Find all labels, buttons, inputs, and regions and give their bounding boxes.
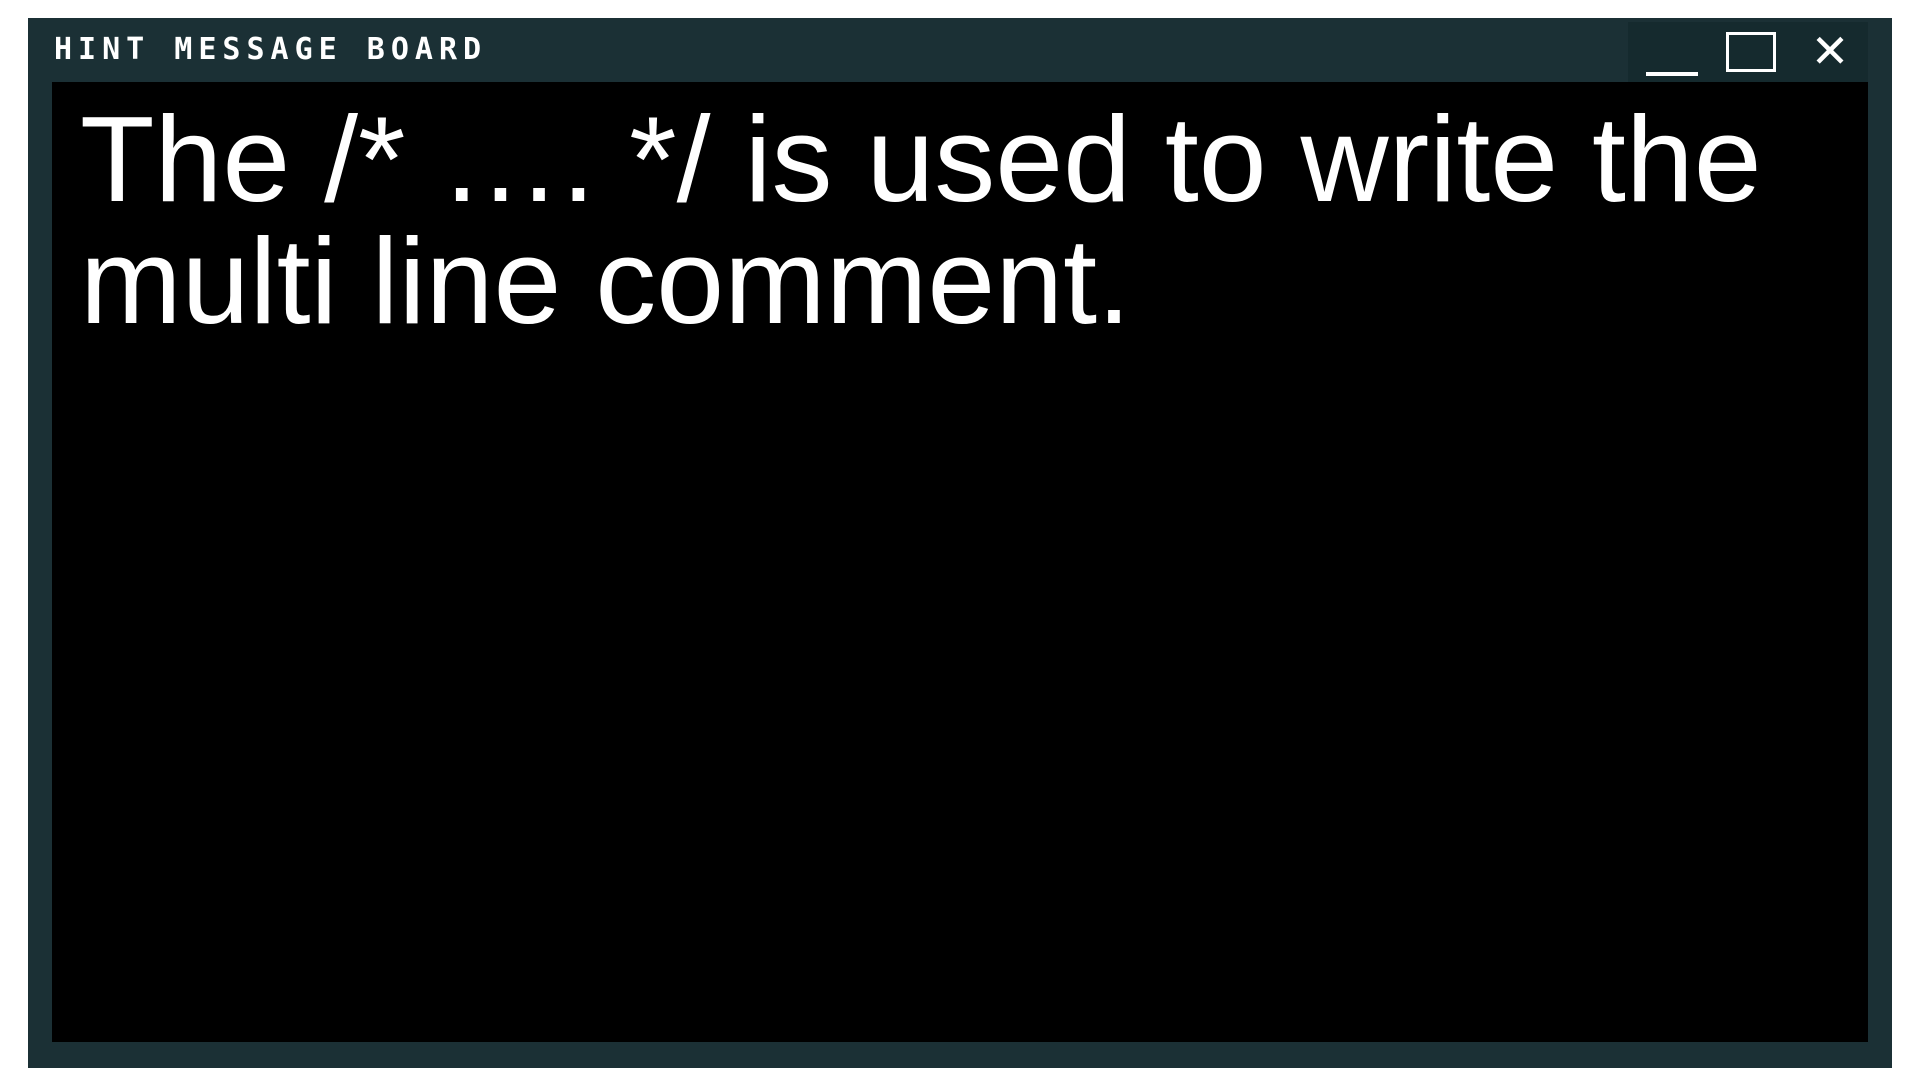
message-panel: The /* …. */ is used to write the multi … <box>52 82 1868 1042</box>
close-button[interactable]: ✕ <box>1800 28 1860 74</box>
minimize-icon <box>1646 72 1698 76</box>
title-bar[interactable]: HINT MESSAGE BOARD ✕ <box>28 18 1892 82</box>
close-icon: ✕ <box>1810 24 1850 78</box>
maximize-button[interactable] <box>1720 28 1780 74</box>
hint-window: HINT MESSAGE BOARD ✕ The /* …. */ is use… <box>28 18 1892 1068</box>
minimize-button[interactable] <box>1640 28 1700 76</box>
window-controls: ✕ <box>1628 22 1868 82</box>
hint-message: The /* …. */ is used to write the multi … <box>80 91 1762 349</box>
maximize-icon <box>1726 32 1776 72</box>
window-title: HINT MESSAGE BOARD <box>54 32 488 67</box>
